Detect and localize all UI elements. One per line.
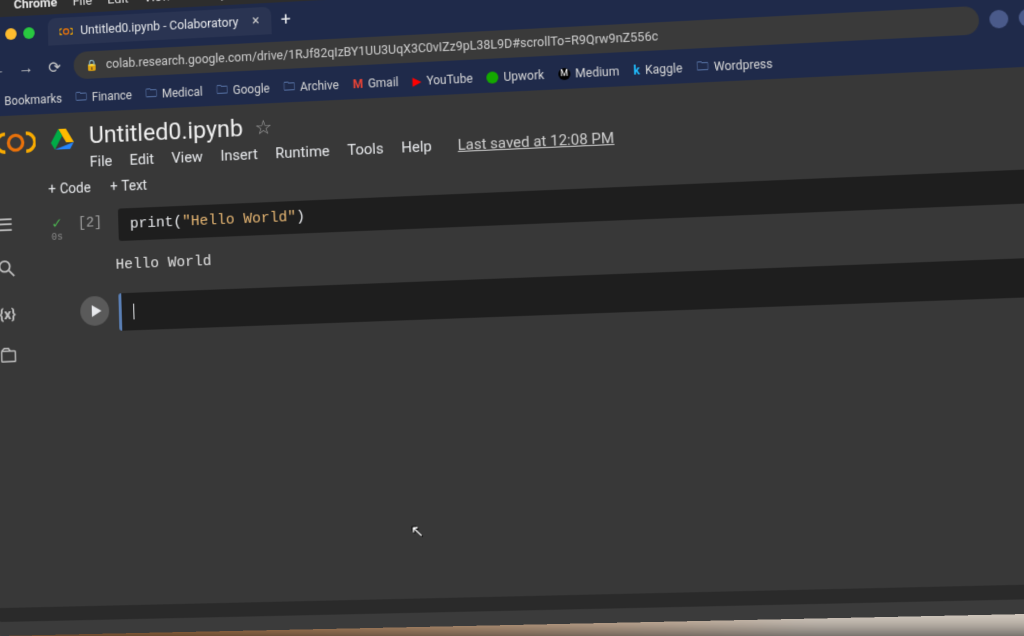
bookmark-label: Upwork bbox=[503, 68, 544, 84]
colab-menu-edit[interactable]: Edit bbox=[129, 150, 154, 169]
bookmark-wordpress[interactable]: 🗀 Wordpress bbox=[696, 53, 773, 78]
colab-menu-insert[interactable]: Insert bbox=[220, 145, 258, 164]
bookmark-label: Medium bbox=[575, 64, 620, 80]
bookmark-label: Finance bbox=[92, 88, 133, 104]
star-icon[interactable]: ☆ bbox=[254, 115, 272, 139]
bookmark-medical[interactable]: 🗀 Medical bbox=[145, 81, 203, 104]
last-saved-status[interactable]: Last saved at 12:08 PM bbox=[457, 129, 614, 154]
menubar-app-name[interactable]: Chrome bbox=[13, 0, 57, 12]
toc-icon[interactable]: ☰ bbox=[0, 215, 17, 236]
code-token-fn: print bbox=[130, 214, 174, 233]
colab-menu-help[interactable]: Help bbox=[401, 137, 432, 156]
extension-icon[interactable] bbox=[989, 9, 1009, 28]
add-code-button[interactable]: + Code bbox=[48, 180, 91, 198]
bookmark-upwork[interactable]: Upwork bbox=[486, 68, 544, 85]
run-cell-button[interactable] bbox=[80, 296, 110, 327]
add-code-label: Code bbox=[60, 180, 91, 197]
bookmark-label: Google bbox=[233, 82, 270, 98]
search-icon[interactable] bbox=[0, 259, 18, 282]
colab-logo-icon[interactable] bbox=[0, 128, 36, 157]
youtube-icon: ▶ bbox=[412, 74, 422, 88]
bookmark-kaggle[interactable]: k Kaggle bbox=[633, 61, 682, 77]
bookmark-google[interactable]: 🗀 Google bbox=[216, 78, 270, 101]
add-text-label: Text bbox=[121, 178, 147, 195]
bookmark-label: Archive bbox=[300, 78, 339, 94]
execution-count: [2] bbox=[78, 209, 109, 232]
colab-menu-tools[interactable]: Tools bbox=[347, 139, 384, 159]
bookmark-label: YouTube bbox=[426, 72, 473, 88]
code-token-paren: ) bbox=[296, 209, 305, 226]
medium-icon: M bbox=[558, 68, 571, 81]
checkmark-icon: ✓ bbox=[51, 217, 63, 233]
folder-icon: 🗀 bbox=[283, 77, 295, 98]
colab-menu-runtime[interactable]: Runtime bbox=[275, 142, 330, 162]
notebook-area: ✓ 0s [2] print("Hello World") Hello Worl… bbox=[28, 163, 1024, 607]
bookmark-gmail[interactable]: M Gmail bbox=[352, 75, 398, 91]
bookmark-label: Wordpress bbox=[714, 57, 773, 74]
tab-title: Untitled0.ipynb - Colaboratory bbox=[80, 15, 238, 38]
bookmark-youtube[interactable]: ▶ YouTube bbox=[412, 72, 473, 89]
menubar-file[interactable]: File bbox=[72, 0, 92, 9]
gmail-icon: M bbox=[352, 77, 363, 91]
folder-icon: 🗀 bbox=[216, 80, 228, 101]
menubar-history[interactable]: History bbox=[186, 0, 226, 3]
colab-menu-file[interactable]: File bbox=[89, 152, 112, 171]
new-tab-button[interactable]: + bbox=[280, 9, 291, 30]
bookmark-label: Medical bbox=[162, 85, 203, 101]
upwork-icon bbox=[486, 71, 498, 84]
execution-time: 0s bbox=[46, 232, 69, 244]
bookmarks-folder[interactable]: ▣ Bookmarks bbox=[0, 92, 62, 109]
bookmark-medium[interactable]: M Medium bbox=[558, 64, 620, 81]
menubar-view[interactable]: View bbox=[144, 0, 171, 5]
bookmark-archive[interactable]: 🗀 Archive bbox=[283, 75, 339, 98]
tab-close-icon[interactable]: × bbox=[252, 13, 260, 29]
bookmark-finance[interactable]: 🗀 Finance bbox=[75, 85, 132, 108]
variables-icon[interactable]: {x} bbox=[0, 305, 19, 324]
forward-button[interactable]: → bbox=[16, 58, 36, 78]
colab-menu-view[interactable]: View bbox=[171, 148, 203, 167]
menubar-edit[interactable]: Edit bbox=[107, 0, 128, 7]
execution-status: ✓ 0s bbox=[45, 211, 69, 244]
kaggle-icon: k bbox=[633, 63, 640, 77]
folder-icon: 🗀 bbox=[696, 56, 709, 78]
window-fullscreen-button[interactable] bbox=[23, 27, 35, 39]
reload-button[interactable]: ⟳ bbox=[45, 57, 65, 76]
bookmark-label: Bookmarks bbox=[4, 92, 62, 108]
bookmark-label: Kaggle bbox=[645, 61, 683, 77]
code-token-string: "Hello World" bbox=[182, 209, 297, 231]
window-minimize-button[interactable] bbox=[5, 28, 17, 40]
notebook-filename[interactable]: Untitled0.ipynb bbox=[89, 114, 244, 149]
bookmark-label: Gmail bbox=[368, 75, 399, 90]
add-text-button[interactable]: + Text bbox=[110, 178, 148, 195]
lock-icon: 🔒 bbox=[85, 58, 98, 71]
extension-icon[interactable] bbox=[1018, 8, 1024, 27]
colab-favicon-icon bbox=[59, 24, 73, 38]
files-icon[interactable] bbox=[0, 346, 20, 368]
folder-icon: 🗀 bbox=[75, 87, 87, 108]
gdrive-icon[interactable] bbox=[51, 128, 75, 154]
folder-icon: 🗀 bbox=[145, 84, 157, 105]
back-button[interactable]: ← bbox=[0, 59, 7, 79]
